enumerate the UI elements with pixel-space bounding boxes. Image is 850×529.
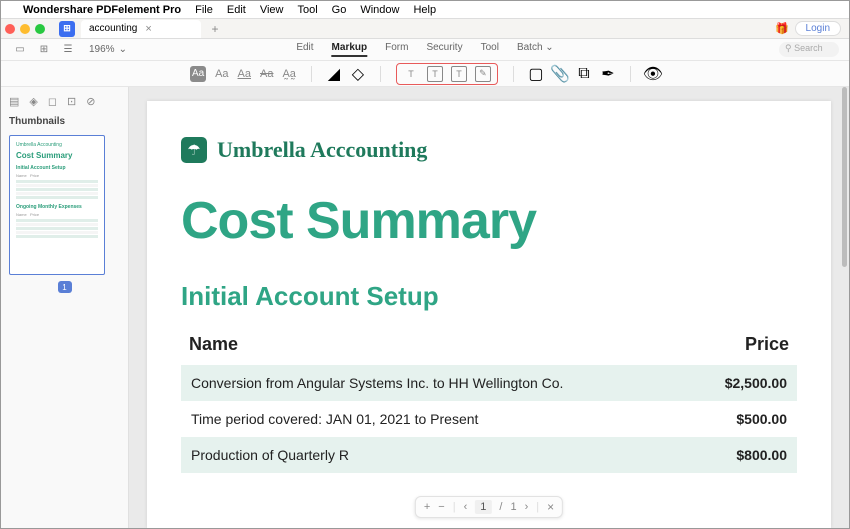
pager-total: 1 bbox=[510, 501, 516, 513]
menu-edit[interactable]: Edit bbox=[227, 4, 246, 16]
doc-title: Cost Summary bbox=[181, 191, 797, 251]
cell-name: Time period covered: JAN 01, 2021 to Pre… bbox=[191, 411, 478, 427]
pager-prev-button[interactable]: ‹ bbox=[464, 501, 468, 513]
thumbnail-page-number: 1 bbox=[58, 281, 72, 293]
col-price: Price bbox=[745, 334, 789, 355]
cell-price: $500.00 bbox=[736, 411, 787, 427]
tabbar: ⊞ accounting × + 🎁 Login bbox=[1, 19, 849, 39]
chevron-down-icon: ⌄ bbox=[119, 44, 127, 55]
chevron-down-icon: ⌄ bbox=[545, 42, 553, 53]
side-bookmarks-icon[interactable]: ◈ bbox=[29, 95, 37, 108]
menu-file[interactable]: File bbox=[195, 4, 213, 16]
close-window-button[interactable] bbox=[5, 24, 15, 34]
tab-security[interactable]: Security bbox=[426, 42, 462, 57]
cell-price: $2,500.00 bbox=[725, 375, 787, 391]
menu-window[interactable]: Window bbox=[360, 4, 399, 16]
add-tab-button[interactable]: + bbox=[207, 21, 223, 37]
sticky-note-icon[interactable]: ✎ bbox=[475, 66, 491, 82]
add-text-icon[interactable]: T bbox=[403, 66, 419, 82]
scrollbar[interactable] bbox=[842, 87, 847, 267]
document-page: ☂ Umbrella Acccounting Cost Summary Init… bbox=[147, 101, 831, 528]
menu-view[interactable]: View bbox=[260, 4, 284, 16]
tab-title: accounting bbox=[89, 23, 137, 34]
menu-tool[interactable]: Tool bbox=[297, 4, 317, 16]
table-header: Name Price bbox=[181, 330, 797, 359]
view-toolbar: ▭ ⊞ ☰ 196% ⌄ Edit Markup Form Security T… bbox=[1, 39, 849, 61]
highlight-text-icon[interactable]: Aa bbox=[190, 66, 206, 82]
strikethrough-icon[interactable]: Aa bbox=[260, 68, 273, 80]
page-thumbnail[interactable]: Umbrella Accounting Cost Summary Initial… bbox=[9, 135, 105, 275]
umbrella-icon: ☂ bbox=[181, 137, 207, 163]
text-box-icon[interactable]: T bbox=[427, 66, 443, 82]
page-navigator: + − | ‹ 1 / 1 › | × bbox=[415, 496, 563, 518]
close-tab-icon[interactable]: × bbox=[145, 23, 151, 35]
app-name: Wondershare PDFelement Pro bbox=[23, 4, 181, 16]
underline-icon[interactable]: Aa bbox=[238, 68, 251, 80]
col-name: Name bbox=[189, 334, 238, 355]
sidebar: ▤ ◈ ◻ ⊡ ⊘ Thumbnails Umbrella Accounting… bbox=[1, 87, 129, 528]
minimize-window-button[interactable] bbox=[20, 24, 30, 34]
menu-go[interactable]: Go bbox=[332, 4, 347, 16]
pager-next-button[interactable]: › bbox=[525, 501, 529, 513]
cell-price: $800.00 bbox=[736, 447, 787, 463]
squiggly-icon[interactable]: A̰a̰ bbox=[282, 68, 295, 80]
pager-current[interactable]: 1 bbox=[475, 500, 491, 514]
cell-name: Production of Quarterly R bbox=[191, 447, 349, 463]
reader-view-icon[interactable]: ☰ bbox=[61, 43, 75, 57]
attachment-icon[interactable]: 📎 bbox=[553, 67, 567, 81]
tab-batch[interactable]: Batch ⌄ bbox=[517, 42, 554, 57]
document-tab[interactable]: accounting × bbox=[81, 20, 201, 38]
window-controls bbox=[5, 24, 45, 34]
tab-edit[interactable]: Edit bbox=[296, 42, 313, 57]
multi-page-icon[interactable]: ⊞ bbox=[37, 43, 51, 57]
pager-plus-button[interactable]: + bbox=[424, 501, 430, 513]
os-menubar: Wondershare PDFelement Pro File Edit Vie… bbox=[1, 1, 849, 19]
table-row: Time period covered: JAN 01, 2021 to Pre… bbox=[181, 401, 797, 437]
mode-tabs: Edit Markup Form Security Tool Batch ⌄ bbox=[296, 42, 553, 57]
maximize-window-button[interactable] bbox=[35, 24, 45, 34]
search-input[interactable]: ⚲ Search bbox=[779, 42, 839, 57]
tab-markup[interactable]: Markup bbox=[332, 42, 368, 57]
table-row: Conversion from Angular Systems Inc. to … bbox=[181, 365, 797, 401]
login-button[interactable]: Login bbox=[795, 21, 841, 36]
side-outline-icon[interactable]: ◻ bbox=[48, 95, 57, 108]
menu-help[interactable]: Help bbox=[413, 4, 436, 16]
doc-brand: Umbrella Acccounting bbox=[217, 137, 427, 163]
area-highlight-icon[interactable]: ◢ bbox=[327, 67, 341, 81]
table-row: Production of Quarterly R $800.00 bbox=[181, 437, 797, 473]
tab-form[interactable]: Form bbox=[385, 42, 408, 57]
signature-icon[interactable]: ✒ bbox=[601, 67, 615, 81]
side-attachments-icon[interactable]: ⊘ bbox=[86, 95, 95, 108]
single-page-icon[interactable]: ▭ bbox=[13, 43, 27, 57]
doc-logo: ☂ Umbrella Acccounting bbox=[181, 137, 797, 163]
side-thumbnails-icon[interactable]: ▤ bbox=[9, 95, 19, 108]
app-logo-icon: ⊞ bbox=[59, 21, 75, 37]
annotation-group-selected: T T T ✎ bbox=[396, 63, 498, 85]
zoom-control[interactable]: 196% ⌄ bbox=[89, 44, 127, 55]
eraser-icon[interactable]: ◇ bbox=[351, 67, 365, 81]
document-canvas[interactable]: ☂ Umbrella Acccounting Cost Summary Init… bbox=[129, 87, 849, 528]
cell-name: Conversion from Angular Systems Inc. to … bbox=[191, 375, 563, 391]
hide-annotations-icon[interactable]: 👁 bbox=[646, 67, 660, 81]
gift-icon[interactable]: 🎁 bbox=[775, 22, 789, 35]
pager-close-button[interactable]: × bbox=[547, 500, 554, 514]
pager-sep: / bbox=[499, 501, 502, 513]
text-callout-icon[interactable]: T bbox=[451, 66, 467, 82]
doc-section-heading: Initial Account Setup bbox=[181, 281, 797, 312]
zoom-value: 196% bbox=[89, 44, 115, 55]
markup-toolbar: Aa Aa Aa Aa A̰a̰ ◢ ◇ T T T ✎ ▢ 📎 ⧉ ✒ 👁 bbox=[1, 61, 849, 87]
sidebar-label: Thumbnails bbox=[9, 116, 120, 127]
side-annotations-icon[interactable]: ⊡ bbox=[67, 95, 76, 108]
text-style-icon[interactable]: Aa bbox=[215, 68, 228, 80]
tab-tool[interactable]: Tool bbox=[481, 42, 499, 57]
stamp-icon[interactable]: ⧉ bbox=[577, 67, 591, 81]
shape-rect-icon[interactable]: ▢ bbox=[529, 67, 543, 81]
pager-minus-button[interactable]: − bbox=[438, 501, 444, 513]
